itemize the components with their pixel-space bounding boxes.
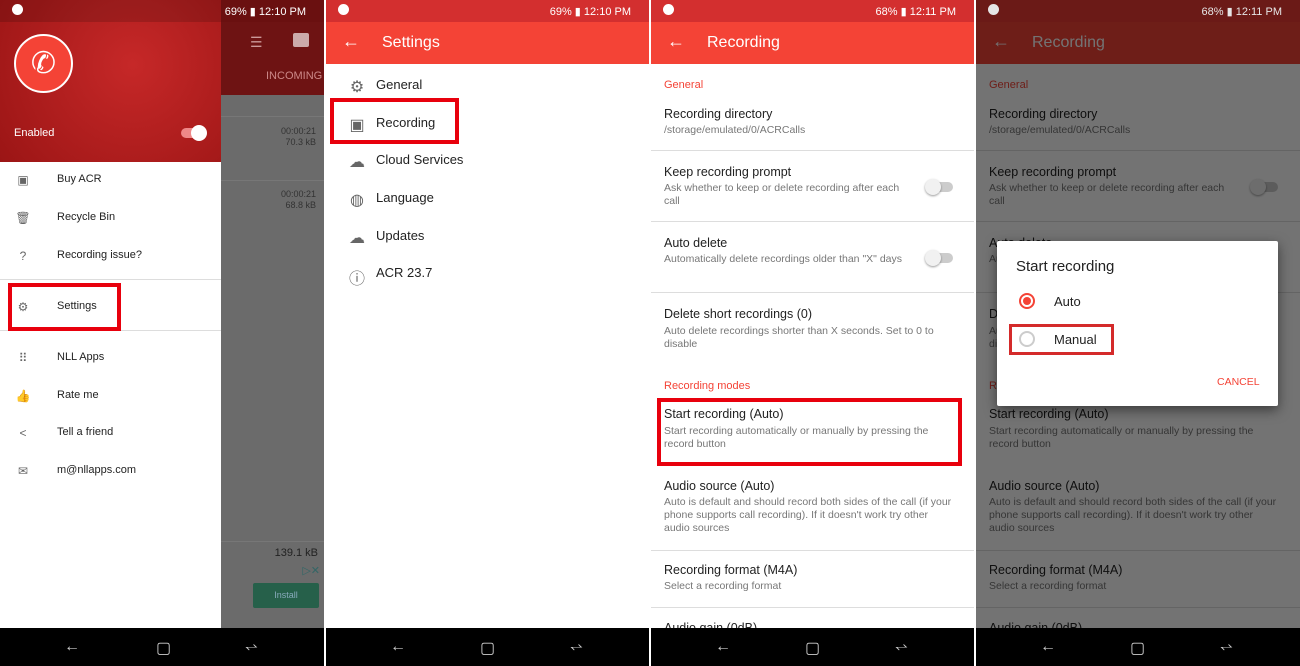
recording-highlight: [330, 98, 459, 144]
settings-item-label: Language: [376, 190, 434, 205]
drawer-item-label: m@nllapps.com: [57, 464, 137, 476]
recents-icon[interactable]: ⥋: [245, 638, 258, 656]
home-icon[interactable]: ▢: [156, 638, 171, 658]
recents-icon[interactable]: ⥋: [1220, 638, 1233, 656]
drawer-item[interactable]: 🗑 Recycle Bin: [0, 206, 221, 236]
setting-title: Recording format (M4A): [664, 563, 798, 577]
recents-icon[interactable]: ⥋: [895, 638, 908, 656]
setting-toggle[interactable]: [925, 250, 953, 266]
ad-close-icon[interactable]: ▷✕: [302, 564, 320, 577]
settings-item[interactable]: ◍ Language: [326, 184, 649, 216]
section-header-general: General: [664, 79, 704, 91]
mail-icon: ✉: [17, 464, 29, 478]
settings-item-label: ACR 23.7: [376, 265, 433, 280]
tab-incoming[interactable]: INCOMING: [266, 70, 322, 82]
back-arrow-icon[interactable]: ←: [667, 31, 685, 52]
thumbs-up-icon: 👍: [15, 389, 31, 403]
settings-highlight: [8, 283, 121, 331]
phone-panel-dialog: ←Recording GeneralRecording modesRecordi…: [976, 0, 1300, 666]
phone-panel-settings: 69% ▮ 12:10 PM ← Settings ⚙ General ▣ Record…: [326, 0, 649, 666]
help-icon: ?: [19, 249, 27, 263]
settings-item-label: Updates: [376, 228, 425, 243]
cloud-upload-icon: ☁: [349, 154, 365, 171]
setting-description: Automatically delete recordings older th…: [664, 253, 902, 265]
setting-description: Ask whether to keep or delete recording …: [664, 182, 900, 207]
setting-title: Delete short recordings (0): [664, 307, 812, 321]
phone-panel-drawer: INCOMING ☰ 00:00:21 70.3 kB 00:00:21 68.…: [0, 0, 324, 666]
setting-toggle[interactable]: [925, 179, 953, 195]
info-icon: ⓘ: [348, 271, 365, 288]
globe-icon: ◍: [350, 192, 364, 209]
setting-title: Keep recording prompt: [664, 165, 792, 179]
drawer-item-label: Rate me: [57, 389, 99, 401]
back-icon[interactable]: ←: [1040, 638, 1056, 656]
shop-icon: ▣: [17, 173, 29, 187]
sort-icon[interactable]: ☰: [250, 34, 263, 51]
drawer-item[interactable]: ? Recording issue?: [0, 244, 221, 274]
back-arrow-icon[interactable]: ←: [342, 31, 360, 52]
setting-description: Auto delete recordings shorter than X se…: [664, 325, 934, 350]
drawer-item[interactable]: 👍 Rate me: [0, 384, 221, 414]
recents-icon[interactable]: ⥋: [570, 638, 583, 656]
drawer-item[interactable]: ▣ Buy ACR: [0, 168, 221, 198]
drawer-item[interactable]: ⠿ NLL Apps: [0, 346, 221, 376]
total-size: 139.1 kB: [274, 547, 318, 559]
settings-item-label: General: [376, 77, 423, 92]
drawer-item-label: NLL Apps: [57, 351, 105, 363]
back-icon[interactable]: ←: [390, 638, 406, 656]
enabled-toggle[interactable]: [181, 125, 207, 141]
setting-title: Recording directory: [664, 107, 773, 121]
app-logo-phone-icon: ✆: [14, 34, 73, 93]
gear-icon: ⚙: [349, 79, 365, 96]
page-title: Settings: [382, 34, 440, 51]
drawer-item-label: Recording issue?: [57, 249, 142, 261]
battery-level: 68%: [1201, 6, 1224, 18]
manual-highlight: [1009, 324, 1114, 355]
section-header-recording-modes: Recording modes: [664, 380, 751, 392]
drawer-item[interactable]: < Tell a friend: [0, 421, 221, 451]
home-icon[interactable]: ▢: [805, 638, 820, 658]
setting-description: /storage/emulated/0/ACRCalls: [664, 124, 806, 136]
start-recording-highlight: [657, 398, 962, 466]
trash-icon: 🗑: [15, 211, 31, 225]
back-icon[interactable]: ←: [715, 638, 731, 656]
radio-auto[interactable]: [1019, 293, 1035, 309]
setting-description: Select a recording format: [664, 580, 782, 592]
back-icon[interactable]: ←: [64, 638, 80, 656]
option-auto-label[interactable]: Auto: [1054, 294, 1081, 309]
settings-item[interactable]: ⓘ ACR 23.7: [326, 259, 649, 291]
settings-item[interactable]: ☁ Updates: [326, 222, 649, 254]
settings-item[interactable]: ☁ Cloud Services: [326, 146, 649, 178]
share-icon: <: [19, 426, 27, 440]
phone-panel-recording: 68% ▮ 12:11 PM ← Recording General Recordi…: [651, 0, 974, 666]
home-icon[interactable]: ▢: [480, 638, 495, 658]
setting-title: Audio source (Auto): [664, 479, 775, 493]
drawer-item-label: Recycle Bin: [57, 211, 116, 223]
apps-icon: ⠿: [18, 351, 28, 365]
shop-icon[interactable]: [293, 33, 309, 47]
page-title: Recording: [707, 34, 780, 51]
drawer-item[interactable]: ✉ m@nllapps.com: [0, 459, 221, 489]
drawer-header: ✆ Enabled: [0, 0, 221, 162]
drawer-item-label: Tell a friend: [57, 426, 114, 438]
setting-title: Auto delete: [664, 236, 728, 250]
settings-item-label: Cloud Services: [376, 152, 464, 167]
enabled-label: Enabled: [14, 127, 55, 139]
check-cloud-icon: ☁: [349, 230, 365, 247]
cancel-button[interactable]: CANCEL: [1217, 376, 1260, 388]
dialog-title: Start recording: [1016, 258, 1115, 275]
status-bar: 68% ▮ 12:11 PM: [976, 0, 1300, 22]
setting-description: Auto is default and should record both s…: [664, 496, 952, 534]
clock: 12:11 PM: [1235, 6, 1282, 18]
home-icon[interactable]: ▢: [1130, 638, 1145, 658]
drawer-item-label: Buy ACR: [57, 173, 102, 185]
install-button[interactable]: Install: [253, 583, 319, 608]
